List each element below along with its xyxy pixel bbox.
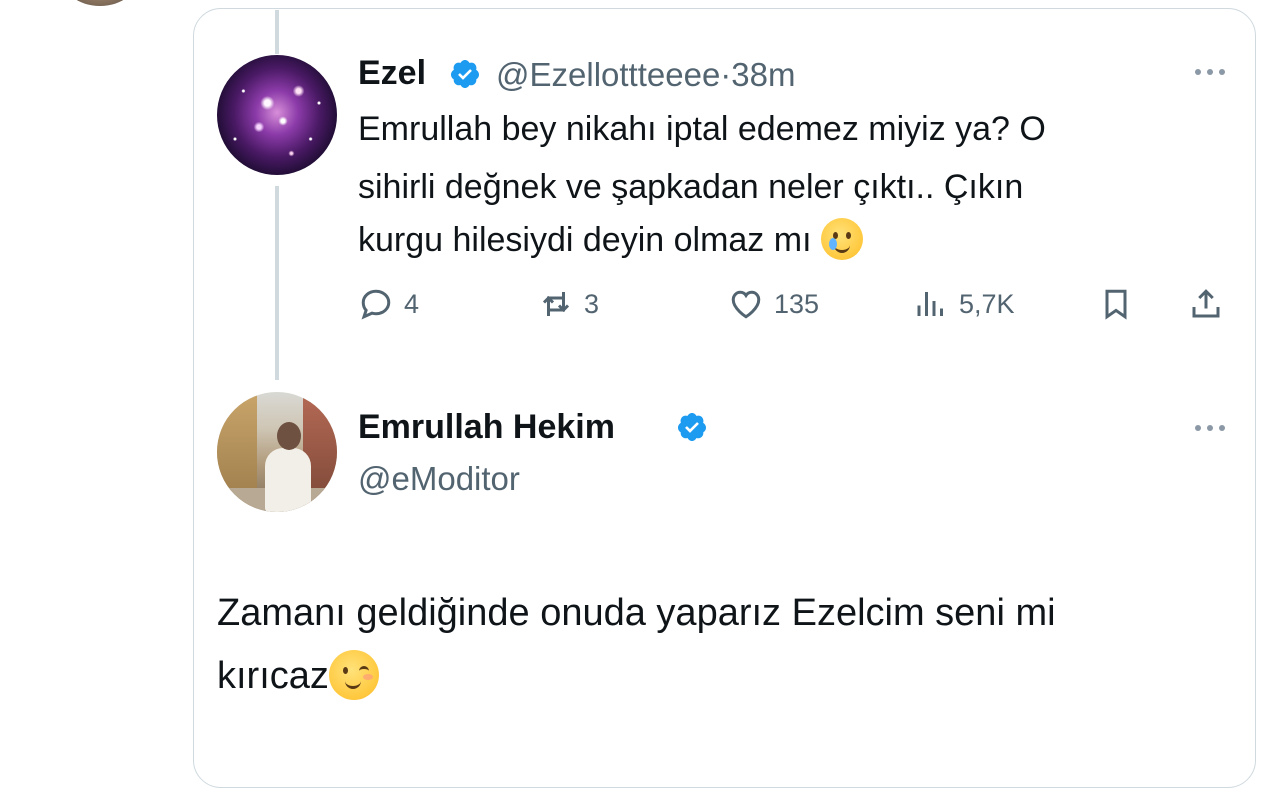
separator-dot: · (720, 56, 732, 93)
like-count: 135 (774, 288, 820, 319)
author-handle[interactable]: @Ezellottteeee·38m (496, 56, 796, 94)
repost-button[interactable]: 3 (538, 282, 599, 326)
repost-count: 3 (584, 288, 600, 319)
views-button[interactable]: 5,7K (913, 282, 1015, 326)
tweet-text-line: Zamanı geldiğinde onuda yaparız Ezelcim … (217, 592, 1056, 634)
heart-icon (731, 290, 761, 319)
tweet-actions: 4 3 135 5,7K (358, 282, 1238, 326)
views-chart-icon (917, 292, 943, 316)
face-holding-back-tears-icon (820, 218, 863, 261)
author-handle[interactable]: @eModitor (358, 460, 520, 498)
thread-line (275, 186, 279, 380)
more-options-icon[interactable] (1190, 62, 1230, 82)
reply-button[interactable]: 4 (358, 282, 419, 326)
handle-text: @Ezellottteeee (496, 56, 721, 93)
tweet-text-line: sihirli değnek ve şapkadan neler çıktı..… (358, 168, 1024, 206)
tweet-text-line: kırıcaz (217, 655, 329, 697)
winking-face-icon (328, 649, 379, 700)
timestamp[interactable]: 38m (731, 56, 795, 93)
reply-icon (361, 289, 391, 320)
tweet-text-line-with-emoji: kırıcaz (217, 648, 379, 704)
more-options-icon[interactable] (1190, 418, 1230, 438)
views-count: 5,7K (959, 288, 1015, 319)
share-icon (1192, 289, 1220, 318)
tweet-text-line-with-emoji: kurgu hilesiydi deyin olmaz mı (358, 213, 863, 267)
bookmark-button[interactable] (1098, 282, 1134, 326)
reply-count: 4 (404, 288, 420, 319)
verified-badge-icon (678, 413, 706, 441)
author-name[interactable]: Ezel (358, 54, 426, 93)
avatar-emrullah[interactable] (217, 392, 337, 512)
partial-avatar[interactable] (60, 0, 140, 6)
repost-icon (542, 292, 570, 316)
author-name[interactable]: Emrullah Hekim (358, 408, 615, 447)
thread-line (275, 10, 279, 54)
like-button[interactable]: 135 (728, 282, 819, 326)
verified-badge-icon (451, 60, 479, 88)
avatar-ezel[interactable] (217, 55, 337, 175)
share-button[interactable] (1188, 282, 1224, 326)
tweet-text-line: kurgu hilesiydi deyin olmaz mı (358, 221, 812, 259)
tweet-text-line: Emrullah bey nikahı iptal edemez miyiz y… (358, 110, 1046, 148)
bookmark-icon (1105, 289, 1127, 320)
